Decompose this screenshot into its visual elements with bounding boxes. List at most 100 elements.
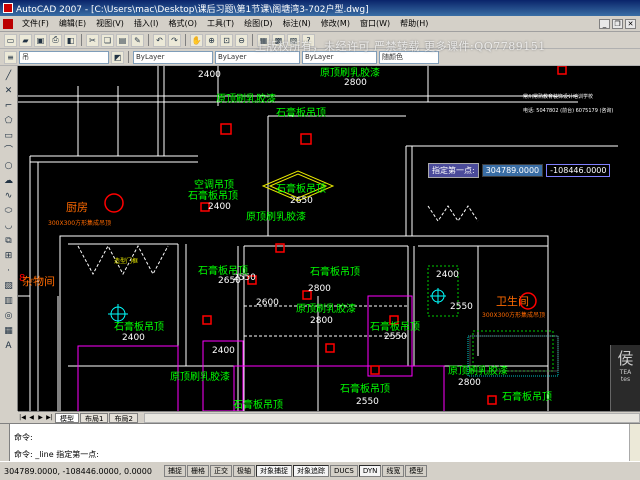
make-current-layer-icon[interactable]: ◩ <box>111 50 124 64</box>
snap-toggle[interactable]: 捕捉 <box>164 465 186 477</box>
layer-dropdown[interactable]: 吊 <box>19 50 109 64</box>
copy-icon[interactable]: ❏ <box>101 33 114 47</box>
color-dropdown[interactable]: ByLayer <box>133 50 213 64</box>
dimension-label: 2400 <box>212 346 235 356</box>
insert-block-icon[interactable]: ⧉ <box>2 235 15 247</box>
document-icon[interactable] <box>3 18 13 29</box>
lineweight-toggle[interactable]: 线宽 <box>382 465 405 477</box>
pan-icon[interactable]: ✋ <box>190 33 203 47</box>
spline-icon[interactable]: ∿ <box>2 190 15 202</box>
rectangle-icon[interactable]: ▭ <box>2 130 15 142</box>
match-properties-icon[interactable]: ✎ <box>131 33 144 47</box>
ceiling-label: 原顶刷乳胶漆 <box>246 212 306 223</box>
menu-edit[interactable]: 编辑(E) <box>54 18 91 29</box>
cut-icon[interactable]: ✂ <box>86 33 99 47</box>
save-icon[interactable]: ▣ <box>34 33 47 47</box>
menu-tools[interactable]: 工具(T) <box>202 18 239 29</box>
command-scrollbar[interactable] <box>629 424 640 462</box>
menu-draw[interactable]: 绘图(D) <box>239 18 277 29</box>
ortho-toggle[interactable]: 正交 <box>210 465 232 477</box>
menu-format[interactable]: 格式(O) <box>163 18 202 29</box>
tab-layout1[interactable]: 布局1 <box>80 412 109 423</box>
command-input-line[interactable]: 命令: _line 指定第一点: <box>14 449 99 460</box>
zoom-window-icon[interactable]: ⊡ <box>220 33 233 47</box>
osnap-toggle[interactable]: 对象捕捉 <box>256 465 292 477</box>
arc-icon[interactable]: ⌒ <box>2 145 15 157</box>
gradient-icon[interactable]: ▥ <box>2 295 15 307</box>
dimension-label: 2400 <box>198 70 221 80</box>
dimension-label: 2650 <box>290 196 313 206</box>
ceiling-label: 石膏板吊顶 <box>502 392 552 403</box>
ceiling-label: 石膏板吊顶 <box>276 108 326 119</box>
preview-icon[interactable]: ◧ <box>64 33 77 47</box>
ellipse-icon[interactable]: ⬭ <box>2 205 15 217</box>
tab-model[interactable]: 模型 <box>55 412 79 423</box>
autocad-app-icon <box>3 3 13 13</box>
menu-dimension[interactable]: 标注(N) <box>278 18 316 29</box>
ceiling-label: 石膏板吊顶 <box>310 267 360 278</box>
ceiling-note: 300X300方形集成吊顶 <box>482 312 546 319</box>
school-name-text: 常州常熟教育装饰设计培训学校 <box>523 94 594 100</box>
grid-toggle[interactable]: 栅格 <box>187 465 209 477</box>
close-icon[interactable]: ✕ <box>625 18 636 29</box>
ceiling-label: 原顶刷乳胶漆 <box>170 372 230 383</box>
polyline-icon[interactable]: ⌐ <box>2 100 15 112</box>
region-icon[interactable]: ◎ <box>2 310 15 322</box>
tab-layout2[interactable]: 布局2 <box>109 412 138 423</box>
line-icon[interactable]: ╱ <box>2 70 15 82</box>
table-icon[interactable]: ▦ <box>2 325 15 337</box>
drawing-canvas[interactable]: 8 2400 2800 2650 2400 2650 2800 2600 280… <box>18 66 640 411</box>
ellipse-arc-icon[interactable]: ◡ <box>2 220 15 232</box>
menu-window[interactable]: 窗口(W) <box>355 18 395 29</box>
menu-modify[interactable]: 修改(M) <box>316 18 355 29</box>
undo-icon[interactable]: ↶ <box>153 33 166 47</box>
circle-icon[interactable]: ○ <box>2 160 15 172</box>
tab-first-icon[interactable]: |◀ <box>18 413 27 422</box>
tab-prev-icon[interactable]: ◀ <box>27 413 36 422</box>
polar-toggle[interactable]: 极轴 <box>233 465 255 477</box>
paste-icon[interactable]: ▤ <box>116 33 129 47</box>
horizontal-scrollbar[interactable] <box>143 412 640 423</box>
tab-next-icon[interactable]: ▶ <box>36 413 45 422</box>
construction-line-icon[interactable]: ✕ <box>2 85 15 97</box>
point-icon[interactable]: · <box>2 265 15 277</box>
draw-toolbar: ╱ ✕ ⌐ ⬠ ▭ ⌒ ○ ☁ ∿ ⬭ ◡ ⧉ ⊞ · ▨ ▥ ◎ ▦ A <box>0 66 18 411</box>
ducs-toggle[interactable]: DUCS <box>330 465 358 477</box>
dimension-label: 2550 <box>450 302 473 312</box>
door-frame-note: 造型门框 <box>114 258 139 265</box>
command-window-handle[interactable] <box>0 424 10 462</box>
open-folder-icon[interactable]: ▰ <box>19 33 32 47</box>
room-label-bathroom: 卫生间 <box>496 295 529 308</box>
print-icon[interactable]: ⎙ <box>49 33 62 47</box>
dimension-label: 2800 <box>310 316 333 326</box>
dyn-toggle[interactable]: DYN <box>358 465 382 477</box>
minimize-icon[interactable]: _ <box>599 18 610 29</box>
make-block-icon[interactable]: ⊞ <box>2 250 15 262</box>
revision-cloud-icon[interactable]: ☁ <box>2 175 15 187</box>
x-coordinate-input[interactable]: 304789.0000 <box>481 164 544 177</box>
redo-icon[interactable]: ↷ <box>168 33 181 47</box>
menu-view[interactable]: 视图(V) <box>91 18 129 29</box>
hatch-icon[interactable]: ▨ <box>2 280 15 292</box>
restore-icon[interactable]: ❐ <box>612 18 623 29</box>
layer-manager-icon[interactable]: ≡ <box>4 50 17 64</box>
menu-file[interactable]: 文件(F) <box>17 18 54 29</box>
model-toggle[interactable]: 模型 <box>405 465 428 477</box>
ceiling-label: 原顶刷乳胶漆 <box>296 304 356 315</box>
zoom-realtime-icon[interactable]: ⊕ <box>205 33 218 47</box>
dimension-label: 2400 <box>208 202 231 212</box>
otrack-toggle[interactable]: 对象追踪 <box>293 465 329 477</box>
multiline-text-icon[interactable]: A <box>2 340 15 352</box>
floor-plan-drawing: 8 <box>18 66 618 411</box>
y-coordinate-input[interactable]: -108446.0000 <box>546 164 611 177</box>
polygon-icon[interactable]: ⬠ <box>2 115 15 127</box>
dimension-label: 2550 <box>384 332 407 342</box>
menu-bar: 文件(F) 编辑(E) 视图(V) 插入(I) 格式(O) 工具(T) 绘图(D… <box>0 16 640 32</box>
command-history-line: 命令: <box>14 433 33 442</box>
window-title: AutoCAD 2007 - [C:\Users\mac\Desktop\课后习… <box>16 4 369 15</box>
zoom-previous-icon[interactable]: ⊖ <box>235 33 248 47</box>
menu-help[interactable]: 帮助(H) <box>395 18 433 29</box>
new-file-icon[interactable]: ▭ <box>4 33 17 47</box>
menu-insert[interactable]: 插入(I) <box>129 18 164 29</box>
tab-last-icon[interactable]: ▶| <box>45 413 54 422</box>
